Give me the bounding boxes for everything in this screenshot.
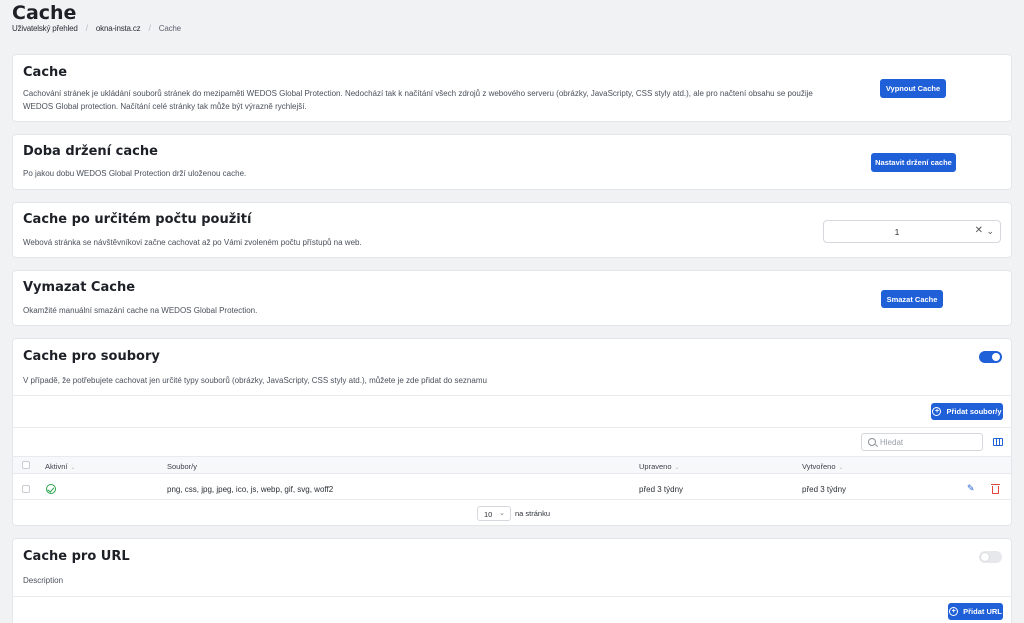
- retention-title: Doba držení cache: [23, 144, 158, 159]
- search-placeholder: Hledat: [880, 438, 904, 447]
- page-title: Cache: [12, 2, 77, 24]
- retention-description: Po jakou dobu WEDOS Global Protection dr…: [23, 169, 247, 178]
- disable-cache-button[interactable]: Vypnout Cache: [880, 79, 946, 98]
- files-search-input[interactable]: Hledat: [861, 433, 983, 451]
- breadcrumb-separator: /: [148, 23, 151, 33]
- add-url-label: Přidat URL: [963, 607, 1002, 616]
- select-all-checkbox[interactable]: [22, 461, 30, 469]
- url-cache-description: Description: [23, 576, 64, 585]
- divider: [13, 596, 1011, 597]
- divider: [13, 499, 1011, 500]
- files-cache-description: V případě, že potřebujete cachovat jen u…: [23, 376, 487, 385]
- usage-count-value: 1: [894, 227, 900, 237]
- search-icon: [868, 438, 876, 446]
- purge-title: Vymazat Cache: [23, 280, 136, 295]
- column-header-created[interactable]: Vytvořeno ⌄: [802, 462, 844, 471]
- sort-icon: ⌄: [838, 465, 844, 471]
- page-size-label: na stránku: [515, 509, 551, 518]
- trash-icon[interactable]: [991, 484, 1000, 494]
- usage-title: Cache po určitém počtu použití: [23, 212, 252, 227]
- purge-card: Vymazat Cache Okamžité manuální smazání …: [12, 270, 1012, 326]
- add-url-button[interactable]: + Přidat URL: [948, 603, 1003, 620]
- column-label: Soubor/y: [167, 462, 198, 471]
- cache-card: Cache Cachování stránek je ukládání soub…: [12, 54, 1012, 122]
- pencil-icon[interactable]: ✎: [967, 483, 975, 494]
- plus-circle-icon: +: [949, 607, 959, 616]
- url-cache-toggle[interactable]: [979, 551, 1002, 563]
- set-retention-button[interactable]: Nastavit držení cache: [871, 153, 956, 172]
- breadcrumb-dashboard[interactable]: Uživatelský přehled: [12, 24, 78, 33]
- toggle-knob: [981, 553, 989, 561]
- usage-count-select[interactable]: 1 ✕ ⌄: [823, 220, 1001, 243]
- page-size-select[interactable]: 10 ⌄: [477, 506, 511, 521]
- retention-card: Doba držení cache Po jakou dobu WEDOS Gl…: [12, 134, 1012, 190]
- column-header-files: Soubor/y: [167, 462, 197, 471]
- columns-icon[interactable]: [993, 438, 1003, 446]
- files-cache-card: Cache pro soubory V případě, že potřebuj…: [12, 338, 1012, 526]
- breadcrumb-separator: /: [85, 23, 89, 33]
- usage-card: Cache po určitém počtu použití Webová st…: [12, 202, 1012, 258]
- sort-icon: ⌄: [674, 465, 680, 471]
- plus-circle-icon: +: [932, 407, 942, 416]
- purge-cache-button[interactable]: Smazat Cache: [881, 290, 943, 308]
- column-label: Upraveno: [639, 462, 672, 471]
- url-cache-title: Cache pro URL: [23, 549, 130, 564]
- page-size-value: 10: [484, 510, 493, 519]
- breadcrumb-domain[interactable]: okna-insta.cz: [96, 24, 141, 33]
- cache-description: Cachování stránek je ukládání souborů st…: [23, 87, 823, 113]
- usage-description: Webová stránka se návštěvníkovi začne ca…: [23, 238, 362, 247]
- files-cache-title: Cache pro soubory: [23, 349, 160, 364]
- sort-icon: ⌄: [70, 465, 76, 471]
- chevron-down-icon[interactable]: ⌄: [986, 226, 994, 237]
- column-header-active[interactable]: Aktivní ⌄: [45, 462, 76, 471]
- divider: [13, 395, 1011, 396]
- column-header-modified[interactable]: Upraveno ⌄: [639, 462, 680, 471]
- column-label: Vytvořeno: [802, 462, 836, 471]
- check-circle-icon: [46, 484, 56, 494]
- cache-description-line2: WEDOS Global protection. Načítání celé s…: [23, 102, 307, 111]
- breadcrumb: Uživatelský přehled / okna-insta.cz / Ca…: [12, 23, 181, 33]
- divider: [13, 427, 1011, 428]
- row-modified: před 3 týdny: [639, 485, 684, 494]
- breadcrumb-current: Cache: [158, 23, 181, 33]
- row-checkbox[interactable]: [22, 485, 30, 493]
- row-files: png, css, jpg, jpeg, ico, js, webp, gif,…: [167, 485, 334, 494]
- toggle-knob: [992, 353, 1000, 361]
- add-files-button[interactable]: + Přidat soubor/y: [931, 403, 1003, 420]
- cache-description-line1: Cachování stránek je ukládání souborů st…: [23, 89, 813, 98]
- row-created: před 3 týdny: [802, 485, 847, 494]
- files-cache-toggle[interactable]: [979, 351, 1002, 363]
- purge-description: Okamžité manuální smazání cache na WEDOS…: [23, 306, 258, 315]
- cache-title: Cache: [23, 65, 68, 80]
- chevron-down-icon: ⌄: [499, 510, 505, 517]
- add-files-label: Přidat soubor/y: [946, 407, 1002, 416]
- column-label: Aktivní: [45, 462, 68, 471]
- clear-icon[interactable]: ✕: [975, 225, 983, 236]
- url-cache-card: Cache pro URL Description + Přidat URL: [12, 538, 1012, 623]
- files-table-header: Aktivní ⌄ Soubor/y Upraveno ⌄ Vytvořeno ⌄: [13, 456, 1011, 474]
